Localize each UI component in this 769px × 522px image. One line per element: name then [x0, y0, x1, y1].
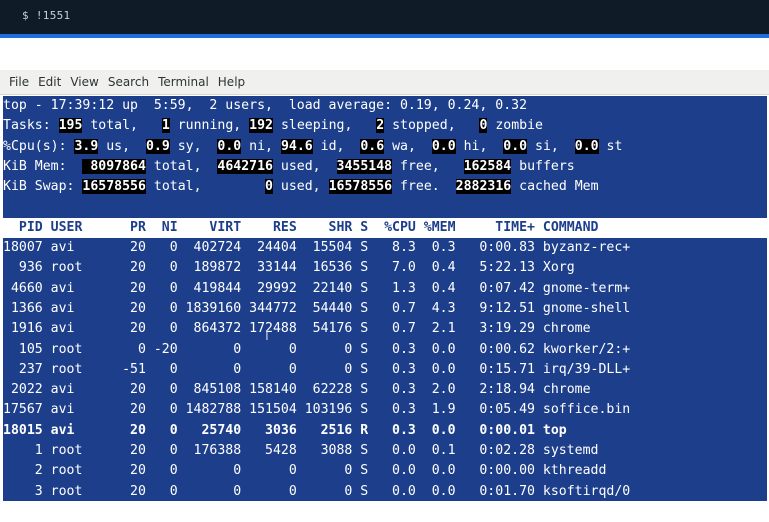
menu-file[interactable]: File [9, 75, 29, 89]
table-row: 17567 avi 20 0 1482788 151504 103196 S 0… [3, 402, 631, 418]
menu-terminal[interactable]: Terminal [158, 75, 209, 89]
terminal-menubar: File Edit View Search Terminal Help [0, 70, 769, 95]
table-row: 2022 avi 20 0 845108 158140 62228 S 0.3 … [3, 382, 591, 398]
table-row: 936 root 20 0 189872 33144 16536 S 7.0 0… [3, 260, 575, 276]
table-row: 237 root -51 0 0 0 0 S 0.3 0.0 0:15.71 i… [3, 361, 631, 377]
table-row: 18007 avi 20 0 402724 24404 15504 S 8.3 … [3, 240, 631, 256]
menu-view[interactable]: View [70, 75, 98, 89]
process-table-header: PID USER PR NI VIRT RES SHR S %CPU %MEM … [3, 217, 767, 239]
command-text: $ !1551 [22, 9, 71, 22]
text-cursor-icon: I [265, 329, 269, 344]
menu-edit[interactable]: Edit [38, 75, 61, 89]
table-row: 105 root 0 -20 0 0 0 S 0.3 0.0 0:00.62 k… [3, 341, 631, 357]
tasks-line: Tasks: 195 total, 1 running, 192 sleepin… [3, 118, 543, 134]
table-row: 1366 avi 20 0 1839160 344772 54440 S 0.7… [3, 300, 631, 316]
terminal-output[interactable]: top - 17:39:12 up 5:59, 2 users, load av… [3, 96, 767, 519]
swap-line: KiB Swap: 16578556 total, 0 used, 165785… [3, 179, 599, 195]
table-row: 1 root 20 0 176388 5428 3088 S 0.0 0.1 0… [3, 443, 599, 459]
top-uptime-line: top - 17:39:12 up 5:59, 2 users, load av… [3, 98, 528, 113]
table-row: 5 root 0 -20 0 0 0 S 0.0 0.0 0:00.00 kwo… [3, 503, 631, 519]
table-row: 1916 avi 20 0 864372 172488 54176 S 0.7 … [3, 321, 591, 337]
table-row: 3 root 20 0 0 0 0 S 0.0 0.0 0:01.70 ksof… [3, 483, 631, 499]
menu-help[interactable]: Help [218, 75, 245, 89]
table-row: 2 root 20 0 0 0 0 S 0.0 0.0 0:00.00 kthr… [3, 463, 607, 479]
menu-search[interactable]: Search [108, 75, 149, 89]
mem-line: KiB Mem: 8097864 total, 4642716 used, 34… [3, 158, 575, 174]
cpu-line: %Cpu(s): 3.9 us, 0.9 sy, 0.0 ni, 94.6 id… [3, 138, 623, 154]
table-row: 4660 avi 20 0 419844 29992 22140 S 1.3 0… [3, 280, 631, 296]
command-bar: $ !1551 [0, 0, 769, 38]
spacer [0, 38, 769, 66]
table-row-selected: 18015 avi 20 0 25740 3036 2516 R 0.3 0.0… [3, 422, 567, 438]
